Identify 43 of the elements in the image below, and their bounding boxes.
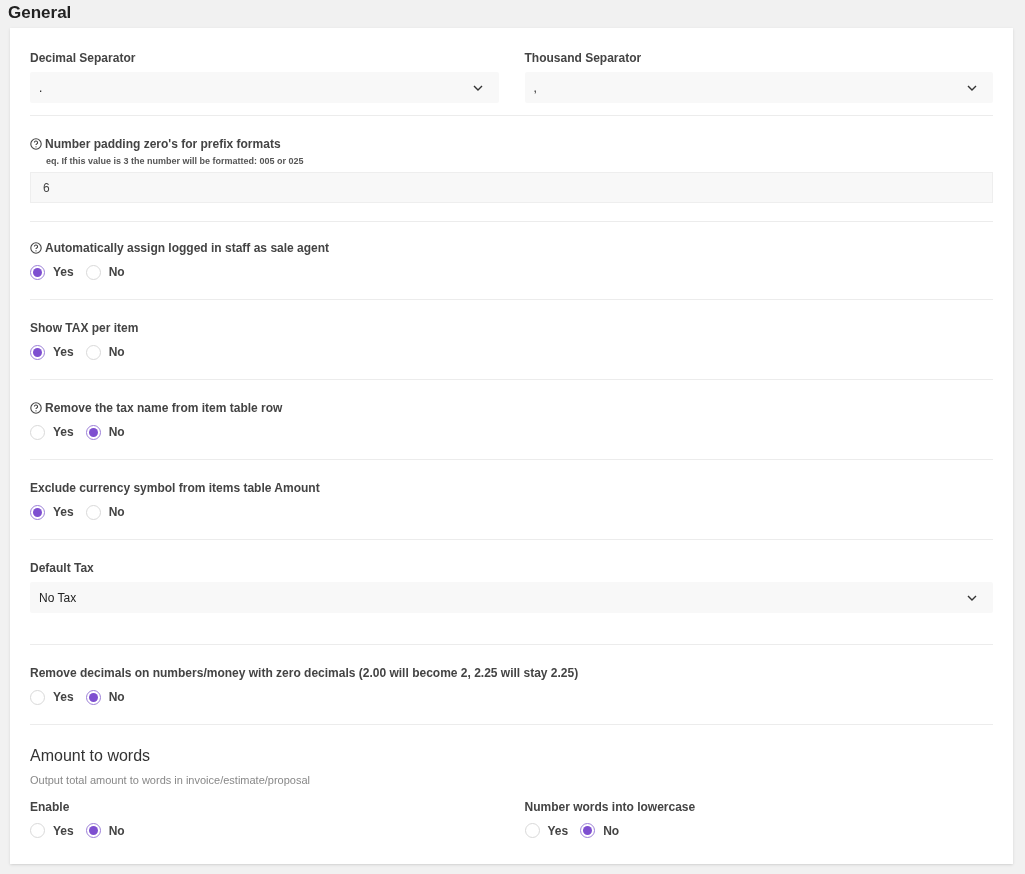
field-label: Thousand Separator: [524, 50, 642, 67]
field-label: Exclude currency symbol from items table Amount: [30, 480, 320, 497]
dropdown[interactable]: No Tax: [30, 582, 993, 613]
field-label: Automatically assign logged in staff as sale agent: [45, 240, 330, 257]
field-label: Remove decimals on numbers/money with zero decimals (2.00 will become 2, 2.25 will stay 2.25): [30, 665, 579, 682]
radio-label: Yes: [547, 822, 569, 840]
field-label: Number padding zero's for prefix formats: [45, 136, 281, 153]
radio-label: No: [108, 689, 125, 706]
chevron-down-icon: [472, 84, 483, 91]
radio-button[interactable]: [580, 823, 596, 838]
radio-label: Yes: [53, 822, 74, 840]
radio-label: Yes: [53, 424, 74, 441]
radio-label: Yes: [53, 504, 74, 521]
radio-label: Yes: [53, 344, 74, 361]
radio-button[interactable]: [85, 689, 101, 705]
field-label: Show TAX per item: [30, 320, 139, 337]
radio-button[interactable]: [30, 264, 45, 280]
field-label: Default Tax: [30, 560, 94, 577]
radio-label: Yes: [53, 689, 74, 706]
radio-button[interactable]: [30, 504, 45, 520]
radio-label: No: [603, 822, 620, 840]
number-input[interactable]: 6: [30, 172, 993, 203]
radio-label: No: [108, 264, 125, 281]
dropdown[interactable]: ,: [524, 72, 993, 103]
dropdown[interactable]: .: [30, 72, 499, 103]
chevron-down-icon: [967, 84, 977, 91]
radio-label: Yes: [53, 264, 74, 281]
radio-button[interactable]: [85, 823, 101, 838]
radio-label: No: [108, 424, 125, 441]
radio-label: No: [108, 504, 125, 521]
section-description: Output total amount to words in invoice/estimate/proposal: [30, 773, 312, 788]
section-heading: Amount to words: [30, 746, 152, 766]
chevron-down-icon: [967, 594, 977, 601]
field-label: Decimal Separator: [30, 50, 136, 67]
field-label: Remove the tax name from item table row: [45, 400, 283, 417]
radio-label: No: [108, 822, 125, 840]
field-label: Number words into lowercase: [524, 798, 696, 816]
radio-label: No: [108, 344, 125, 361]
radio-button[interactable]: [85, 424, 101, 440]
page-title: General: [8, 2, 73, 24]
field-label: Enable: [30, 798, 70, 816]
hint-text: eq. If this value is 3 the number will be formatted: 005 or 025: [46, 155, 305, 167]
radio-button[interactable]: [30, 344, 45, 360]
